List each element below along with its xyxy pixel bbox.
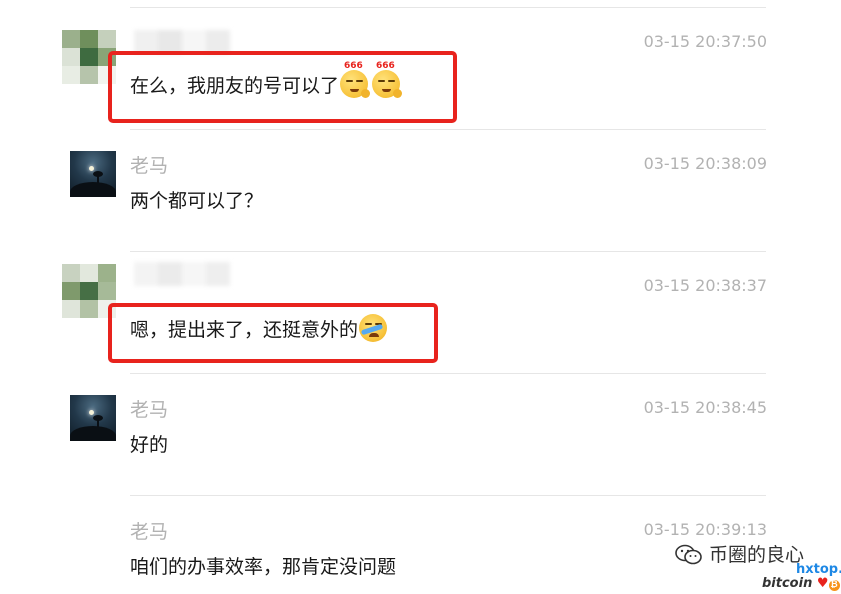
- message-text[interactable]: 在么，我朋友的号可以了 666 666: [130, 61, 403, 99]
- message-timestamp: 03-15 20:37:50: [643, 32, 767, 51]
- message-divider: [130, 373, 766, 374]
- sender-name: 老马: [130, 399, 169, 421]
- message-divider: [130, 7, 766, 8]
- sender-name-redacted: [134, 262, 230, 286]
- watermark-title: 币圈的良心: [709, 544, 805, 566]
- 666-smirk-emoji: 666: [340, 61, 371, 98]
- sender-name: 老马: [130, 521, 169, 543]
- message-text-content: 在么，我朋友的号可以了: [130, 75, 340, 97]
- wechat-icon: [674, 543, 704, 573]
- watermark-tag: bitcoin ♥ ₿: [762, 577, 840, 591]
- 666-smirk-emoji: 666: [372, 61, 403, 98]
- avatar-laoma[interactable]: [70, 151, 116, 197]
- message-text-content: 嗯，提出来了，还挺意外的: [130, 319, 359, 341]
- avatar-laoma[interactable]: [70, 395, 116, 441]
- message-divider: [130, 495, 766, 496]
- message-text[interactable]: 咱们的办事效率，那肯定没问题: [130, 554, 396, 580]
- bitcoin-icon: ₿: [828, 580, 840, 591]
- heart-icon: ♥: [816, 576, 829, 591]
- message-text[interactable]: 好的: [130, 432, 168, 458]
- message-timestamp: 03-15 20:39:13: [643, 520, 767, 539]
- message-text[interactable]: 嗯，提出来了，还挺意外的: [130, 314, 388, 343]
- crying-laughing-emoji: [359, 314, 388, 342]
- message-text[interactable]: 两个都可以了？: [130, 188, 263, 214]
- sender-name: 老马: [130, 155, 169, 177]
- watermark-tag-text: bitcoin: [762, 576, 813, 591]
- message-timestamp: 03-15 20:38:37: [643, 276, 767, 295]
- watermark-site: hxtop.com: [796, 562, 841, 577]
- message-timestamp: 03-15 20:38:09: [643, 154, 767, 173]
- message-timestamp: 03-15 20:38:45: [643, 398, 767, 417]
- message-divider: [130, 129, 766, 130]
- message-divider: [130, 251, 766, 252]
